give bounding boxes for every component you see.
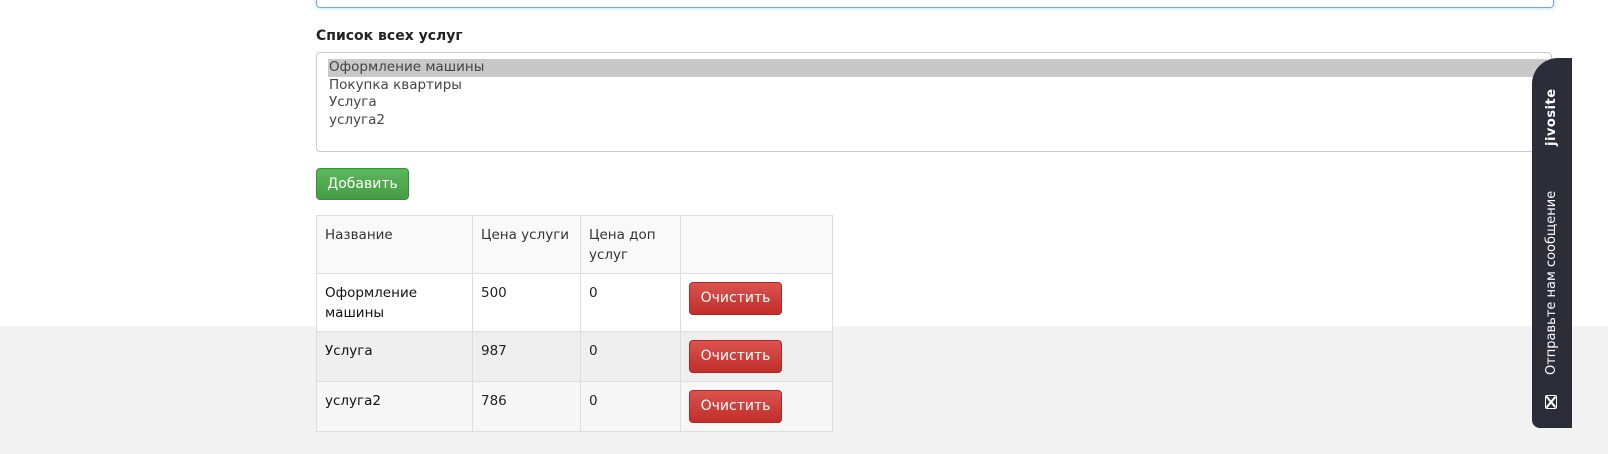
services-list-label: Список всех услуг — [316, 28, 463, 44]
service-option[interactable]: услуга2 — [328, 112, 1541, 130]
cell-extra-price: 0 — [580, 331, 681, 382]
cell-name: Услуга — [316, 331, 473, 382]
column-header-extra-price: Цена доп услуг — [580, 215, 681, 274]
column-header-price: Цена услуги — [472, 215, 581, 274]
cell-price: 987 — [472, 331, 581, 382]
service-option[interactable]: Услуга — [328, 94, 1541, 112]
table-row: Оформление машины 500 0 Очистить — [316, 273, 833, 332]
table-row: услуга2 786 0 Очистить — [316, 381, 833, 432]
column-header-actions — [680, 215, 833, 274]
cell-price: 786 — [472, 381, 581, 432]
cell-name: услуга2 — [316, 381, 473, 432]
table-header-row: Название Цена услуги Цена доп услуг — [316, 215, 833, 274]
cell-actions: Очистить — [680, 331, 833, 382]
clear-button[interactable]: Очистить — [689, 340, 782, 373]
table-row: Услуга 987 0 Очистить — [316, 331, 833, 382]
cell-price: 500 — [472, 273, 581, 332]
cell-actions: Очистить — [680, 273, 833, 332]
cell-extra-price: 0 — [580, 381, 681, 432]
chat-widget-brand[interactable]: jivosite — [1544, 88, 1560, 146]
clear-button[interactable]: Очистить — [689, 282, 782, 315]
clear-button[interactable]: Очистить — [689, 390, 782, 423]
chat-widget-cta[interactable]: Отправьте нам сообщение — [1544, 184, 1560, 382]
services-listbox[interactable]: Оформление машины Покупка квартиры Услуг… — [316, 52, 1552, 152]
services-table: Название Цена услуги Цена доп услуг Офор… — [316, 215, 833, 432]
service-option[interactable]: Оформление машины — [328, 59, 1547, 77]
cell-actions: Очистить — [680, 381, 833, 432]
add-button[interactable]: Добавить — [316, 168, 409, 200]
text-input-top[interactable] — [316, 0, 1554, 8]
cell-extra-price: 0 — [580, 273, 681, 332]
cell-name: Оформление машины — [316, 273, 473, 332]
column-header-name: Название — [316, 215, 473, 274]
service-option[interactable]: Покупка квартиры — [328, 77, 1541, 95]
envelope-icon[interactable] — [1545, 395, 1557, 409]
